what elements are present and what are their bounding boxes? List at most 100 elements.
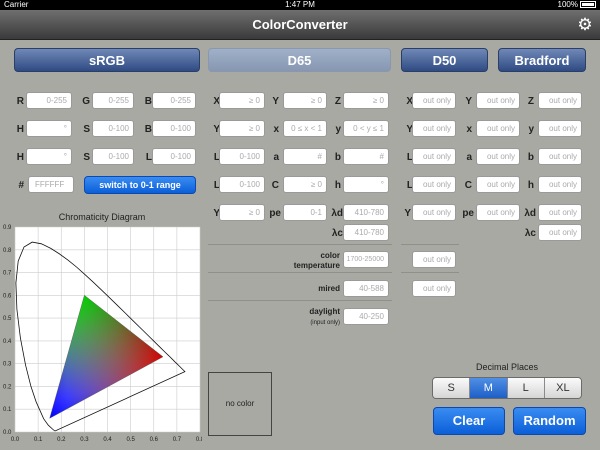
- d50-label: a: [466, 152, 472, 163]
- srgb-input[interactable]: 0-100: [152, 120, 196, 137]
- y-tick-label: 0.2: [3, 384, 12, 390]
- clear-button[interactable]: Clear: [433, 407, 505, 435]
- divider: [208, 244, 392, 245]
- color-temperature-input[interactable]: 1700-25000: [343, 251, 389, 268]
- chromaticity-plot: 0.0 0.1 0.2 0.3 0.4 0.5 0.6 0.7 0.8 0.9 0.8 0.7 0.6 0…: [3, 225, 202, 443]
- daylight-input[interactable]: 40-250: [343, 308, 389, 325]
- x-tick-label: 0.8: [196, 437, 202, 443]
- d50-header-button[interactable]: D50: [401, 48, 488, 72]
- x-tick-label: 0.7: [173, 437, 182, 443]
- d50-label: C: [464, 180, 472, 191]
- d50-pe-label: pe: [462, 208, 474, 219]
- d50-y-label: Y: [404, 208, 411, 219]
- decimal-option-s[interactable]: S: [433, 378, 471, 398]
- decimal-option-m[interactable]: M: [470, 378, 508, 398]
- d65-input[interactable]: #: [283, 148, 327, 165]
- divider: [401, 272, 459, 273]
- srgb-label: H: [16, 124, 24, 135]
- d50-mired-output: out only: [412, 280, 456, 297]
- random-button[interactable]: Random: [513, 407, 586, 435]
- d65-label: C: [271, 180, 279, 191]
- srgb-input[interactable]: 0-100: [92, 120, 134, 137]
- d50-output: out only: [476, 176, 520, 193]
- d50-label: Z: [527, 96, 534, 107]
- y-tick-label: 0.6: [3, 293, 12, 299]
- decimal-option-l[interactable]: L: [507, 378, 545, 398]
- d50-output: out only: [538, 148, 582, 165]
- y-tick-label: 0.1: [3, 407, 12, 413]
- d50-output: out only: [538, 176, 582, 193]
- d65-input[interactable]: ≥ 0: [219, 92, 265, 109]
- d50-y-output: out only: [412, 204, 456, 221]
- d65-header-button[interactable]: D65: [208, 48, 391, 72]
- srgb-label: S: [83, 124, 90, 135]
- srgb-label: B: [144, 96, 152, 107]
- color-temperature-label: color temperature: [293, 251, 340, 270]
- d50-output: out only: [476, 148, 520, 165]
- d50-ld-label: λd: [524, 208, 536, 219]
- d65-pe-input[interactable]: 0-1: [283, 204, 327, 221]
- switch-range-button[interactable]: switch to 0-1 range: [84, 176, 196, 194]
- d65-input[interactable]: 0-100: [219, 176, 265, 193]
- battery-icon: [580, 1, 596, 9]
- srgb-label: G: [82, 96, 90, 107]
- d50-label: y: [528, 124, 534, 135]
- divider: [401, 244, 459, 245]
- x-tick-label: 0.4: [103, 437, 112, 443]
- d65-lc-input[interactable]: 410-780: [343, 224, 389, 241]
- d65-input[interactable]: #: [343, 148, 389, 165]
- d65-input[interactable]: ≥ 0: [283, 176, 327, 193]
- mired-label: mired: [318, 284, 340, 293]
- y-tick-label: 0.4: [3, 339, 12, 345]
- d65-input[interactable]: °: [343, 176, 389, 193]
- d50-output: out only: [476, 92, 520, 109]
- d65-label: y: [335, 124, 341, 135]
- srgb-input[interactable]: 0-255: [152, 92, 196, 109]
- clock: 1:47 PM: [285, 0, 315, 9]
- divider: [208, 300, 392, 301]
- d65-input[interactable]: 0-100: [219, 148, 265, 165]
- gear-icon[interactable]: ⚙: [576, 16, 594, 34]
- d65-input[interactable]: ≥ 0: [283, 92, 327, 109]
- d65-label: Y: [272, 96, 279, 107]
- divider: [208, 272, 392, 273]
- x-tick-label: 0.3: [80, 437, 89, 443]
- d65-input[interactable]: ≥ 0: [219, 120, 265, 137]
- srgb-header-button[interactable]: sRGB: [14, 48, 200, 72]
- hex-input[interactable]: FFFFFF: [28, 176, 74, 193]
- status-bar: Carrier 1:47 PM 100%: [0, 0, 600, 10]
- d50-label: b: [527, 152, 534, 163]
- chromaticity-diagram: Chromaticity Diagram 0.0 0.1 0.2 0.3 0.4 0.5 0…: [2, 212, 202, 450]
- d50-lc-label: λc: [524, 228, 536, 239]
- d65-label: x: [273, 124, 279, 135]
- srgb-input[interactable]: °: [26, 120, 72, 137]
- d65-y-input[interactable]: ≥ 0: [219, 204, 265, 221]
- d65-input[interactable]: ≥ 0: [343, 92, 389, 109]
- srgb-label: L: [145, 152, 152, 163]
- d50-label: Y: [465, 96, 472, 107]
- d65-label: Z: [334, 96, 341, 107]
- srgb-label: S: [83, 152, 90, 163]
- d50-output: out only: [412, 92, 456, 109]
- d50-output: out only: [412, 148, 456, 165]
- x-tick-label: 0.0: [11, 437, 20, 443]
- y-tick-label: 0.8: [3, 248, 12, 254]
- d50-pe-output: out only: [476, 204, 520, 221]
- srgb-input[interactable]: °: [26, 148, 72, 165]
- srgb-input[interactable]: 0-255: [26, 92, 72, 109]
- decimal-option-xl[interactable]: XL: [544, 378, 581, 398]
- d65-pe-label: pe: [269, 208, 281, 219]
- d65-lc-label: λc: [331, 228, 343, 239]
- d65-input[interactable]: 0 < y ≤ 1: [343, 120, 389, 137]
- d65-input[interactable]: 0 ≤ x < 1: [283, 120, 327, 137]
- mired-input[interactable]: 40-588: [343, 280, 389, 297]
- srgb-input[interactable]: 0-100: [92, 148, 134, 165]
- d50-ld-output: out only: [538, 204, 582, 221]
- d65-label: b: [334, 152, 341, 163]
- d65-ld-input[interactable]: 410-780: [343, 204, 389, 221]
- srgb-input[interactable]: 0-100: [152, 148, 196, 165]
- hex-label: #: [18, 180, 24, 191]
- decimal-places-control: S M L XL: [432, 377, 582, 399]
- bradford-header-button[interactable]: Bradford: [498, 48, 586, 72]
- srgb-input[interactable]: 0-255: [92, 92, 134, 109]
